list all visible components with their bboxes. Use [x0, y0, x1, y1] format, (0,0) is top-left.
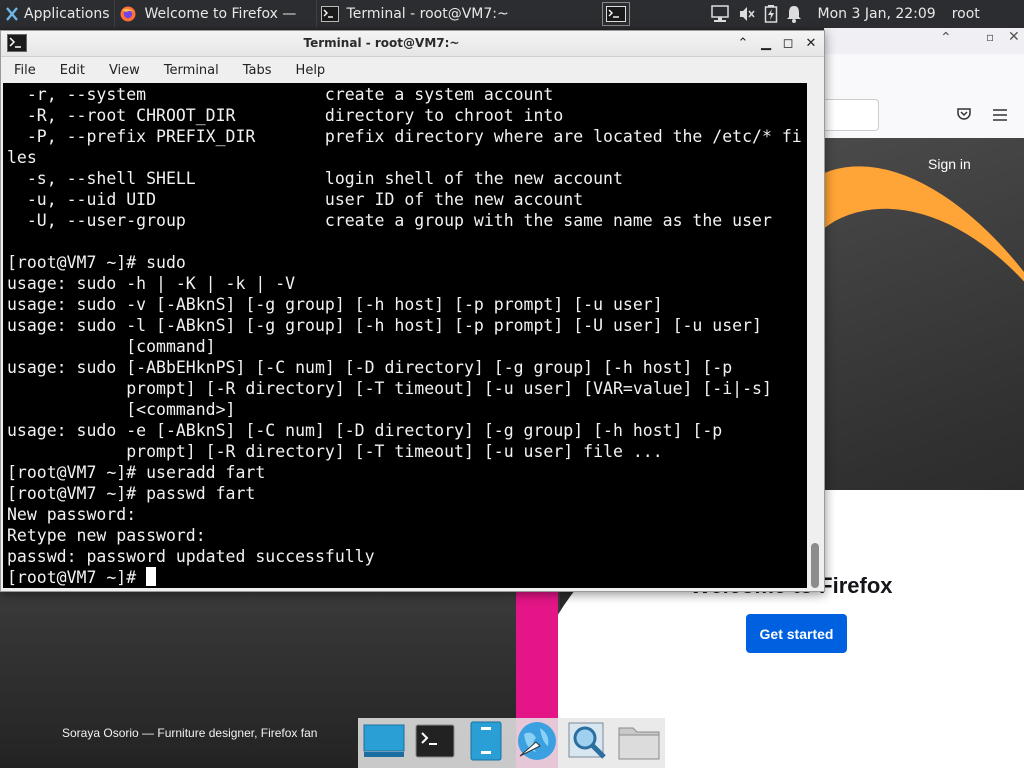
applications-icon — [4, 6, 20, 22]
maximize-icon[interactable]: ◻ — [778, 34, 798, 54]
dock — [358, 718, 665, 768]
terminal-line: -u, --uid UID user ID of the new account — [7, 190, 584, 209]
terminal-lines: -r, --system create a system account -R,… — [7, 84, 807, 588]
task-terminal[interactable]: Terminal - root@VM7:~ — [315, 0, 516, 28]
menu-edit[interactable]: Edit — [48, 63, 97, 78]
folder-icon — [618, 722, 660, 764]
terminal-line: usage: sudo -v [-ABknS] [-g group] [-h h… — [7, 295, 663, 314]
volume-indicator[interactable] — [734, 0, 760, 28]
firefox-titlebar: ⌃ ▫ ✕ — [824, 28, 1024, 54]
terminal-icon — [415, 724, 455, 762]
file-manager-icon — [470, 721, 502, 765]
dock-show-desktop[interactable] — [362, 721, 406, 765]
browser-icon — [516, 720, 558, 766]
terminal-line: les — [7, 148, 37, 167]
dock-search[interactable] — [566, 721, 610, 765]
volume-icon — [738, 5, 756, 23]
sign-in-link[interactable]: Sign in — [928, 156, 971, 172]
menu-icon[interactable] — [992, 107, 1008, 126]
terminal-line: usage: sudo -e [-ABknS] [-C num] [-D dir… — [7, 421, 723, 440]
maximize-icon[interactable]: ▫ — [986, 30, 994, 44]
photo-credit: Soraya Osorio — Furniture designer, Fire… — [62, 726, 318, 740]
terminal-prompt-line: [root@VM7 ~]# — [7, 567, 807, 588]
terminal-output[interactable]: -r, --system create a system account -R,… — [3, 83, 807, 588]
terminal-line: passwd: password updated successfully — [7, 547, 375, 566]
task-label: Terminal - root@VM7:~ — [346, 6, 509, 22]
terminal-line: [command] — [7, 337, 216, 356]
dock-browser[interactable] — [515, 721, 559, 765]
network-icon — [710, 5, 730, 23]
terminal-line: -s, --shell SHELL login shell of the new… — [7, 169, 623, 188]
shell-prompt: [root@VM7 ~]# — [7, 568, 147, 587]
terminal-titlebar[interactable]: Terminal - root@VM7:~ ⌃ ▁ ◻ ✕ — [1, 31, 824, 57]
terminal-line: usage: sudo -l [-ABknS] [-g group] [-h h… — [7, 316, 762, 335]
terminal-icon — [320, 6, 339, 22]
window-title: Terminal - root@VM7:~ — [303, 36, 460, 50]
network-indicator[interactable] — [706, 0, 734, 28]
menu-file[interactable]: File — [1, 63, 48, 78]
terminal-line: prompt] [-R directory] [-T timeout] [-u … — [7, 442, 663, 461]
notification-bell-icon — [786, 5, 802, 23]
terminal-line: -U, --user-group create a group with the… — [7, 211, 772, 230]
terminal-line: usage: sudo -h | -K | -k | -V — [7, 274, 296, 293]
minimize-icon[interactable]: ⌃ — [940, 30, 952, 46]
menu-help[interactable]: Help — [284, 63, 338, 78]
clock[interactable]: Mon 3 Jan, 22:09 — [814, 0, 940, 28]
battery-icon — [764, 5, 778, 23]
menu-terminal[interactable]: Terminal — [152, 63, 231, 78]
terminal-line: -P, --prefix PREFIX_DIR prefix directory… — [7, 127, 802, 146]
terminal-line: [root@VM7 ~]# passwd fart — [7, 484, 256, 503]
applications-label: Applications — [24, 6, 110, 22]
terminal-line: Retype new password: — [7, 526, 206, 545]
top-panel: Applications Welcome to Firefox — Termin… — [0, 0, 1024, 28]
terminal-line: [root@VM7 ~]# sudo — [7, 253, 186, 272]
terminal-line: [root@VM7 ~]# useradd fart — [7, 463, 266, 482]
scrollbar-thumb[interactable] — [811, 543, 819, 588]
dock-folder[interactable] — [617, 721, 661, 765]
terminal-line: usage: sudo [-ABbEHknPS] [-C num] [-D di… — [7, 358, 733, 377]
dock-terminal[interactable] — [413, 721, 457, 765]
terminal-icon — [605, 6, 626, 22]
applications-menu[interactable]: Applications — [0, 0, 114, 28]
text-cursor — [146, 567, 157, 586]
workspace-switcher[interactable] — [601, 2, 630, 26]
terminal-window: Terminal - root@VM7:~ ⌃ ▁ ◻ ✕ File Edit … — [0, 30, 825, 592]
user-menu[interactable]: root — [948, 0, 984, 28]
dock-file-manager[interactable] — [464, 721, 508, 765]
url-bar[interactable] — [824, 99, 879, 131]
close-icon[interactable]: ✕ — [801, 34, 821, 54]
firefox-icon — [119, 5, 137, 23]
close-icon[interactable]: ✕ — [1008, 29, 1020, 45]
collapse-icon[interactable]: ⌃ — [733, 34, 753, 54]
search-icon — [568, 721, 608, 765]
terminal-line: [<command>] — [7, 400, 236, 419]
menu-tabs[interactable]: Tabs — [231, 63, 284, 78]
terminal-menubar: File Edit View Terminal Tabs Help — [1, 58, 824, 83]
task-label: Welcome to Firefox — — [144, 6, 297, 22]
terminal-scrollbar[interactable] — [808, 83, 822, 588]
menu-view[interactable]: View — [97, 63, 152, 78]
pocket-icon[interactable] — [956, 106, 972, 126]
notifications[interactable] — [782, 0, 806, 28]
terminal-line: -R, --root CHROOT_DIR directory to chroo… — [7, 106, 564, 125]
desktop-icon — [363, 724, 405, 762]
minimize-icon[interactable]: ▁ — [756, 34, 776, 54]
battery-indicator[interactable] — [760, 0, 782, 28]
terminal-line: New password: — [7, 505, 137, 524]
get-started-button[interactable]: Get started — [746, 614, 847, 653]
task-firefox[interactable]: Welcome to Firefox — — [113, 0, 316, 28]
terminal-line: -r, --system create a system account — [7, 85, 554, 104]
terminal-line: prompt] [-R directory] [-T timeout] [-u … — [7, 379, 772, 398]
